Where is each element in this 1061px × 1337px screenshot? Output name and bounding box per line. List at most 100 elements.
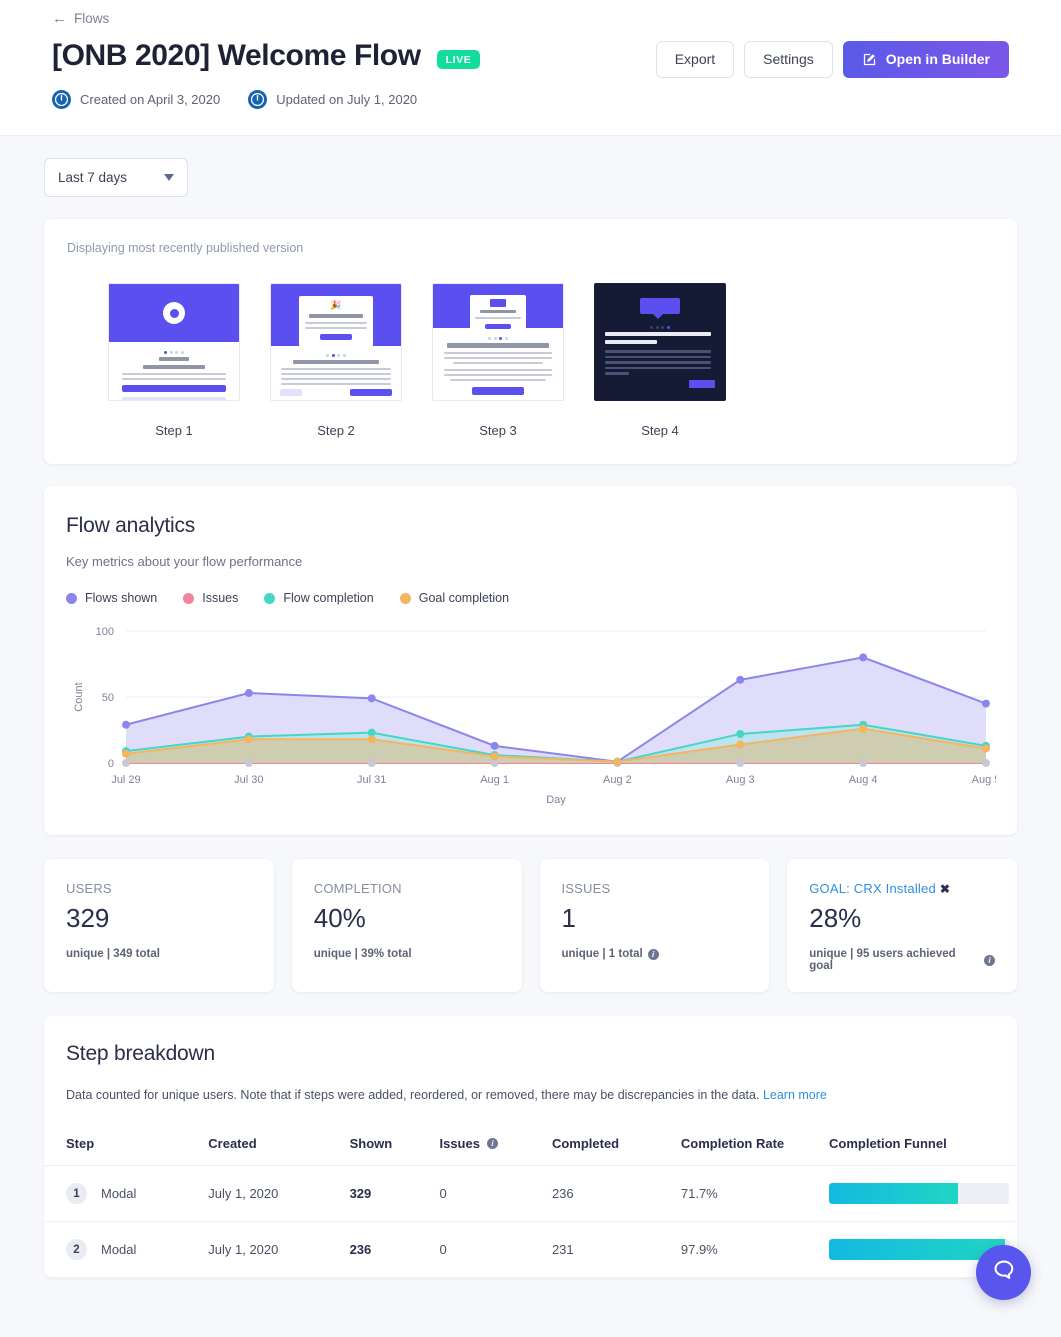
header-actions: Export Settings Open in Builder xyxy=(656,41,1009,78)
svg-text:Day: Day xyxy=(546,794,566,806)
svg-text:Aug 1: Aug 1 xyxy=(480,774,509,786)
cell-completed: 231 xyxy=(544,1222,673,1278)
legend-label: Flows shown xyxy=(85,591,157,605)
step-preview-4[interactable]: Step 4 xyxy=(594,283,726,438)
chat-widget-button[interactable] xyxy=(976,1245,1031,1300)
legend-item-issues[interactable]: Issues xyxy=(183,591,238,605)
steps-preview-card: Displaying most recently published versi… xyxy=(44,219,1017,464)
metric-value: 28% xyxy=(809,903,995,934)
column-header-completion-funnel[interactable]: Completion Funnel xyxy=(821,1124,1017,1166)
legend-item-flows-shown[interactable]: Flows shown xyxy=(66,591,157,605)
status-badge: LIVE xyxy=(437,50,481,69)
export-button[interactable]: Export xyxy=(656,41,734,78)
thumb-avatar-icon xyxy=(163,302,185,324)
step-label: Step 4 xyxy=(594,423,726,438)
step-thumbnail-4[interactable] xyxy=(594,283,726,401)
chat-bubble-icon xyxy=(991,1257,1017,1288)
chevron-down-icon xyxy=(164,174,174,181)
info-icon[interactable]: i xyxy=(648,949,659,960)
column-header-completed[interactable]: Completed xyxy=(544,1124,673,1166)
step-preview-3[interactable]: Step 3 xyxy=(432,283,564,438)
pencil-edit-icon xyxy=(862,52,877,67)
metric-card-issues: ISSUES 1 unique | 1 total i xyxy=(540,859,770,992)
breakdown-note: Data counted for unique users. Note that… xyxy=(66,1088,995,1102)
step-preview-2[interactable]: 🎉 xyxy=(270,283,402,438)
published-version-note: Displaying most recently published versi… xyxy=(66,241,995,255)
svg-text:Aug 5: Aug 5 xyxy=(972,774,996,786)
metric-subtext: unique | 1 total i xyxy=(562,948,748,960)
info-icon[interactable]: i xyxy=(984,955,995,966)
cell-completed: 236 xyxy=(544,1166,673,1222)
funnel-bar-track xyxy=(829,1183,1009,1204)
metric-label: ISSUES xyxy=(562,881,748,896)
step-thumbnail-2[interactable]: 🎉 xyxy=(270,283,402,401)
step-thumbnail-1[interactable] xyxy=(108,283,240,401)
table-row[interactable]: 2 Modal July 1, 2020 236 0 231 97.9% xyxy=(44,1222,1017,1278)
pendo-power-icon xyxy=(52,90,71,109)
info-icon[interactable]: i xyxy=(487,1138,498,1149)
breakdown-note-text: Data counted for unique users. Note that… xyxy=(66,1088,759,1102)
flow-analytics-chart: 050100CountJul 29Jul 30Jul 31Aug 1Aug 2A… xyxy=(66,619,995,809)
step-label: Step 3 xyxy=(432,423,564,438)
date-range-value: Last 7 days xyxy=(58,170,127,185)
legend-item-flow-completion[interactable]: Flow completion xyxy=(264,591,373,605)
svg-text:Jul 29: Jul 29 xyxy=(111,774,140,786)
metric-card-goal: GOAL: CRX Installed ✖ 28% unique | 95 use… xyxy=(787,859,1017,992)
metric-subtext: unique | 95 users achieved goal i xyxy=(809,948,995,972)
legend-label: Issues xyxy=(202,591,238,605)
breakdown-title: Step breakdown xyxy=(66,1042,995,1066)
metric-label: USERS xyxy=(66,881,252,896)
updated-date: Updated on July 1, 2020 xyxy=(276,92,417,107)
close-icon[interactable]: ✖ xyxy=(940,882,950,896)
step-breakdown-table: Step Created Shown Issues i Completed Co… xyxy=(44,1124,1017,1278)
step-preview-1[interactable]: Step 1 xyxy=(108,283,240,438)
table-row[interactable]: 1 Modal July 1, 2020 329 0 236 71.7% xyxy=(44,1166,1017,1222)
metric-value: 40% xyxy=(314,903,500,934)
svg-text:Aug 3: Aug 3 xyxy=(726,774,755,786)
step-label: Step 1 xyxy=(108,423,240,438)
updated-meta: Updated on July 1, 2020 xyxy=(248,90,417,109)
cell-completion-rate: 97.9% xyxy=(673,1222,821,1278)
analytics-title: Flow analytics xyxy=(66,514,995,538)
metric-label[interactable]: GOAL: CRX Installed ✖ xyxy=(809,881,995,896)
cell-shown: 236 xyxy=(342,1222,432,1278)
svg-text:0: 0 xyxy=(108,758,114,770)
metric-value: 329 xyxy=(66,903,252,934)
metric-subtext: unique | 349 total xyxy=(66,948,252,960)
column-header-created[interactable]: Created xyxy=(200,1124,341,1166)
created-meta: Created on April 3, 2020 xyxy=(52,90,220,109)
cell-shown: 329 xyxy=(342,1166,432,1222)
back-arrow-icon: ← xyxy=(52,11,67,26)
meta-row: Created on April 3, 2020 Updated on July… xyxy=(52,90,1009,109)
steps-row: Step 1 🎉 xyxy=(66,283,995,438)
step-type-label: Modal xyxy=(101,1242,136,1257)
settings-button[interactable]: Settings xyxy=(744,41,833,78)
step-number-badge: 1 xyxy=(66,1183,87,1204)
table-head: Step Created Shown Issues i Completed Co… xyxy=(44,1124,1017,1166)
date-range-dropdown[interactable]: Last 7 days xyxy=(44,158,188,197)
svg-text:Jul 30: Jul 30 xyxy=(234,774,263,786)
created-date: Created on April 3, 2020 xyxy=(80,92,220,107)
open-in-builder-button[interactable]: Open in Builder xyxy=(843,41,1009,78)
column-header-issues-label: Issues xyxy=(439,1136,479,1151)
table-body: 1 Modal July 1, 2020 329 0 236 71.7% xyxy=(44,1166,1017,1278)
funnel-bar-fill xyxy=(829,1183,958,1204)
metric-label-text: GOAL: CRX Installed xyxy=(809,881,936,896)
step-type-label: Modal xyxy=(101,1186,136,1201)
page-content: Last 7 days Displaying most recently pub… xyxy=(0,136,1061,1278)
breadcrumb-label: Flows xyxy=(74,11,109,26)
table-header-row: Step Created Shown Issues i Completed Co… xyxy=(44,1124,1017,1166)
column-header-step[interactable]: Step xyxy=(44,1124,200,1166)
svg-text:50: 50 xyxy=(102,692,114,704)
column-header-shown[interactable]: Shown xyxy=(342,1124,432,1166)
metrics-row: USERS 329 unique | 349 total COMPLETION … xyxy=(44,859,1017,992)
learn-more-link[interactable]: Learn more xyxy=(763,1088,827,1102)
legend-label: Goal completion xyxy=(419,591,509,605)
column-header-completion-rate[interactable]: Completion Rate xyxy=(673,1124,821,1166)
column-header-issues[interactable]: Issues i xyxy=(431,1124,543,1166)
chart-legend: Flows shown Issues Flow completion Goal … xyxy=(66,591,995,605)
step-thumbnail-3[interactable] xyxy=(432,283,564,401)
breadcrumb-flows[interactable]: ← Flows xyxy=(52,11,109,26)
step-number-badge: 2 xyxy=(66,1239,87,1260)
legend-item-goal-completion[interactable]: Goal completion xyxy=(400,591,509,605)
